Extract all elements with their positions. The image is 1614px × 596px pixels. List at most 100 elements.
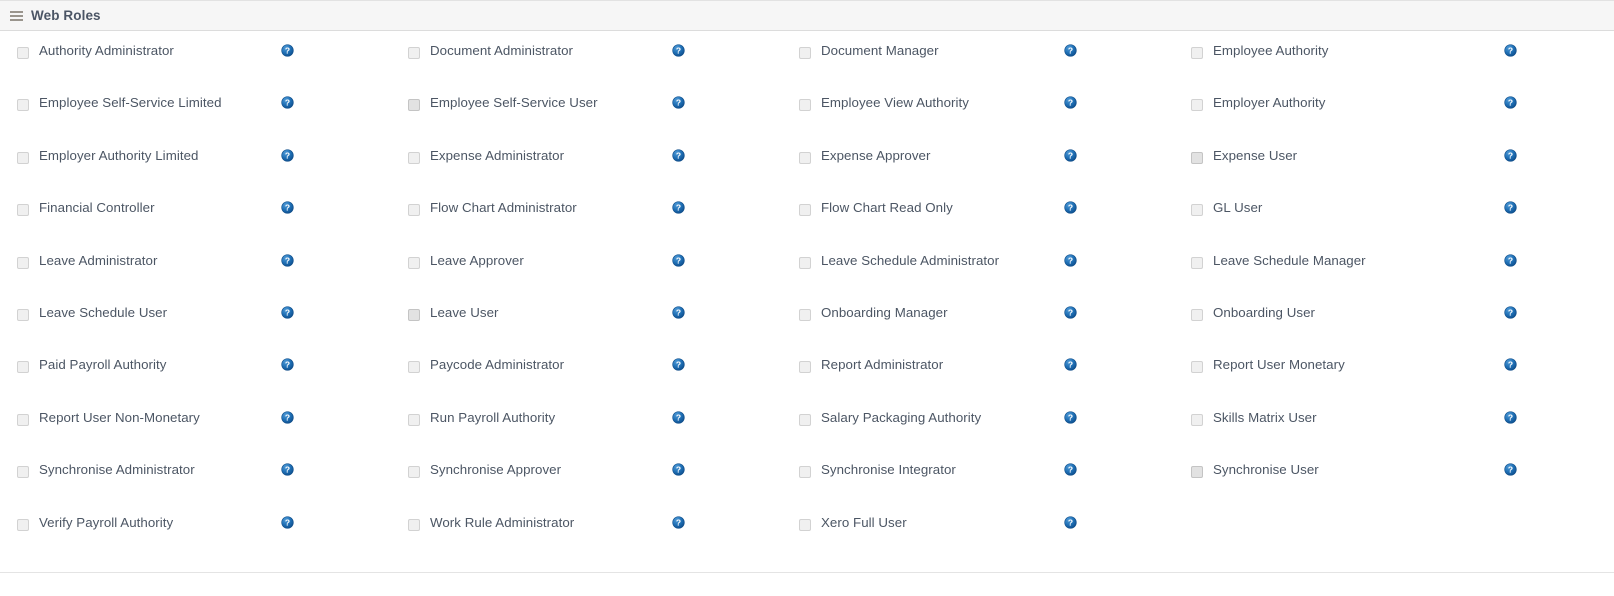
role-help-wrap[interactable]: ? [1064, 410, 1174, 424]
help-question-icon[interactable]: ? [281, 96, 294, 110]
role-help-wrap[interactable]: ? [281, 43, 391, 57]
role-checkbox-row[interactable]: Leave Schedule User ? [0, 305, 391, 357]
role-checkbox-row[interactable]: Document Administrator ? [391, 43, 782, 95]
help-question-icon[interactable]: ? [281, 149, 294, 162]
help-question-icon[interactable]: ? [1504, 96, 1517, 110]
role-help-wrap[interactable]: ? [281, 200, 391, 214]
help-question-icon[interactable]: ? [1504, 463, 1517, 476]
role-checkbox-row[interactable]: GL User ? [1174, 200, 1614, 252]
help-question-icon[interactable]: ? [281, 44, 294, 57]
role-checkbox-row[interactable]: Flow Chart Administrator ? [391, 200, 782, 252]
help-question-icon[interactable]: ? [1064, 358, 1077, 371]
role-checkbox[interactable] [1191, 99, 1203, 112]
role-help-wrap[interactable]: ? [1504, 410, 1614, 424]
role-checkbox[interactable] [799, 204, 811, 217]
help-question-icon[interactable]: ? [1504, 201, 1517, 214]
role-checkbox-row[interactable]: Expense Approver ? [782, 148, 1174, 200]
role-checkbox-row[interactable]: Paycode Administrator ? [391, 357, 782, 409]
role-help-wrap[interactable]: ? [1504, 200, 1614, 214]
role-checkbox-row[interactable]: Synchronise Approver ? [391, 462, 782, 514]
role-checkbox[interactable] [17, 308, 29, 321]
role-checkbox-row[interactable]: Employer Authority Limited ? [0, 148, 391, 200]
role-checkbox[interactable] [1191, 361, 1203, 374]
role-checkbox-row[interactable]: Work Rule Administrator ? [391, 515, 782, 567]
role-checkbox-row[interactable]: Xero Full User ? [782, 515, 1174, 567]
role-checkbox[interactable] [17, 256, 29, 269]
role-checkbox[interactable] [799, 413, 811, 426]
role-checkbox[interactable] [1191, 204, 1203, 217]
role-checkbox[interactable] [1191, 47, 1203, 59]
role-checkbox-row[interactable]: Authority Administrator ? [0, 43, 391, 95]
role-help-wrap[interactable]: ? [281, 253, 391, 267]
help-question-icon[interactable]: ? [1064, 463, 1077, 476]
help-question-icon[interactable]: ? [1064, 306, 1077, 319]
role-checkbox-row[interactable]: Paid Payroll Authority ? [0, 357, 391, 409]
role-help-wrap[interactable]: ? [672, 305, 782, 319]
role-help-wrap[interactable]: ? [1064, 95, 1174, 110]
hamburger-menu-icon[interactable] [10, 10, 23, 21]
role-help-wrap[interactable]: ? [672, 43, 782, 57]
role-checkbox-row[interactable]: Report Administrator ? [782, 357, 1174, 409]
help-question-icon[interactable]: ? [672, 44, 685, 57]
help-question-icon[interactable]: ? [281, 515, 294, 529]
role-checkbox-row[interactable]: Verify Payroll Authority ? [0, 515, 391, 567]
role-checkbox-row[interactable]: Document Manager ? [782, 43, 1174, 95]
role-checkbox[interactable] [408, 413, 420, 426]
role-checkbox[interactable] [408, 99, 420, 112]
role-checkbox[interactable] [408, 308, 420, 321]
role-checkbox-row[interactable]: Salary Packaging Authority ? [782, 410, 1174, 462]
role-checkbox-row[interactable]: Expense Administrator ? [391, 148, 782, 200]
role-checkbox[interactable] [408, 204, 420, 217]
role-help-wrap[interactable]: ? [281, 95, 391, 110]
role-checkbox[interactable] [17, 361, 29, 374]
help-question-icon[interactable]: ? [1504, 44, 1517, 57]
help-question-icon[interactable]: ? [281, 358, 294, 371]
help-question-icon[interactable]: ? [672, 306, 685, 319]
help-question-icon[interactable]: ? [672, 149, 685, 162]
help-question-icon[interactable]: ? [1064, 411, 1077, 424]
help-question-icon[interactable]: ? [672, 358, 685, 371]
role-checkbox-row[interactable]: Financial Controller ? [0, 200, 391, 252]
help-question-icon[interactable]: ? [281, 253, 294, 267]
role-help-wrap[interactable]: ? [672, 200, 782, 214]
help-question-icon[interactable]: ? [1064, 96, 1077, 110]
role-checkbox[interactable] [1191, 466, 1203, 479]
role-checkbox-row[interactable]: Synchronise Integrator ? [782, 462, 1174, 514]
help-question-icon[interactable]: ? [1504, 358, 1517, 371]
role-help-wrap[interactable]: ? [1064, 200, 1174, 214]
role-checkbox-row[interactable]: Run Payroll Authority ? [391, 410, 782, 462]
role-checkbox[interactable] [799, 256, 811, 269]
role-help-wrap[interactable]: ? [1504, 357, 1614, 371]
help-question-icon[interactable]: ? [672, 463, 685, 476]
role-help-wrap[interactable]: ? [281, 148, 391, 162]
role-checkbox-row[interactable]: Leave Approver ? [391, 253, 782, 305]
role-help-wrap[interactable]: ? [1064, 462, 1174, 476]
role-checkbox-row[interactable]: Employee View Authority ? [782, 95, 1174, 147]
role-help-wrap[interactable]: ? [672, 462, 782, 476]
role-checkbox[interactable] [17, 518, 29, 531]
role-checkbox-row[interactable]: Leave User ? [391, 305, 782, 357]
role-checkbox[interactable] [17, 204, 29, 217]
role-help-wrap[interactable]: ? [672, 95, 782, 110]
role-checkbox[interactable] [799, 361, 811, 374]
role-checkbox[interactable] [799, 518, 811, 531]
role-checkbox[interactable] [799, 99, 811, 112]
role-help-wrap[interactable]: ? [281, 515, 391, 529]
help-question-icon[interactable]: ? [672, 515, 685, 529]
role-checkbox-row[interactable]: Leave Schedule Administrator ? [782, 253, 1174, 305]
role-help-wrap[interactable]: ? [672, 357, 782, 371]
role-checkbox-row[interactable]: Employee Self-Service User ? [391, 95, 782, 147]
role-checkbox[interactable] [1191, 308, 1203, 321]
role-checkbox-row[interactable]: Synchronise Administrator ? [0, 462, 391, 514]
help-question-icon[interactable]: ? [1064, 44, 1077, 57]
role-help-wrap[interactable]: ? [1504, 148, 1614, 162]
role-help-wrap[interactable]: ? [1504, 95, 1614, 110]
help-question-icon[interactable]: ? [281, 411, 294, 424]
help-question-icon[interactable]: ? [1504, 306, 1517, 319]
role-checkbox-row[interactable]: Expense User ? [1174, 148, 1614, 200]
help-question-icon[interactable]: ? [1504, 253, 1517, 267]
role-help-wrap[interactable]: ? [1064, 515, 1174, 529]
role-help-wrap[interactable]: ? [281, 357, 391, 371]
role-checkbox-row[interactable]: Report User Monetary ? [1174, 357, 1614, 409]
role-help-wrap[interactable]: ? [672, 253, 782, 267]
